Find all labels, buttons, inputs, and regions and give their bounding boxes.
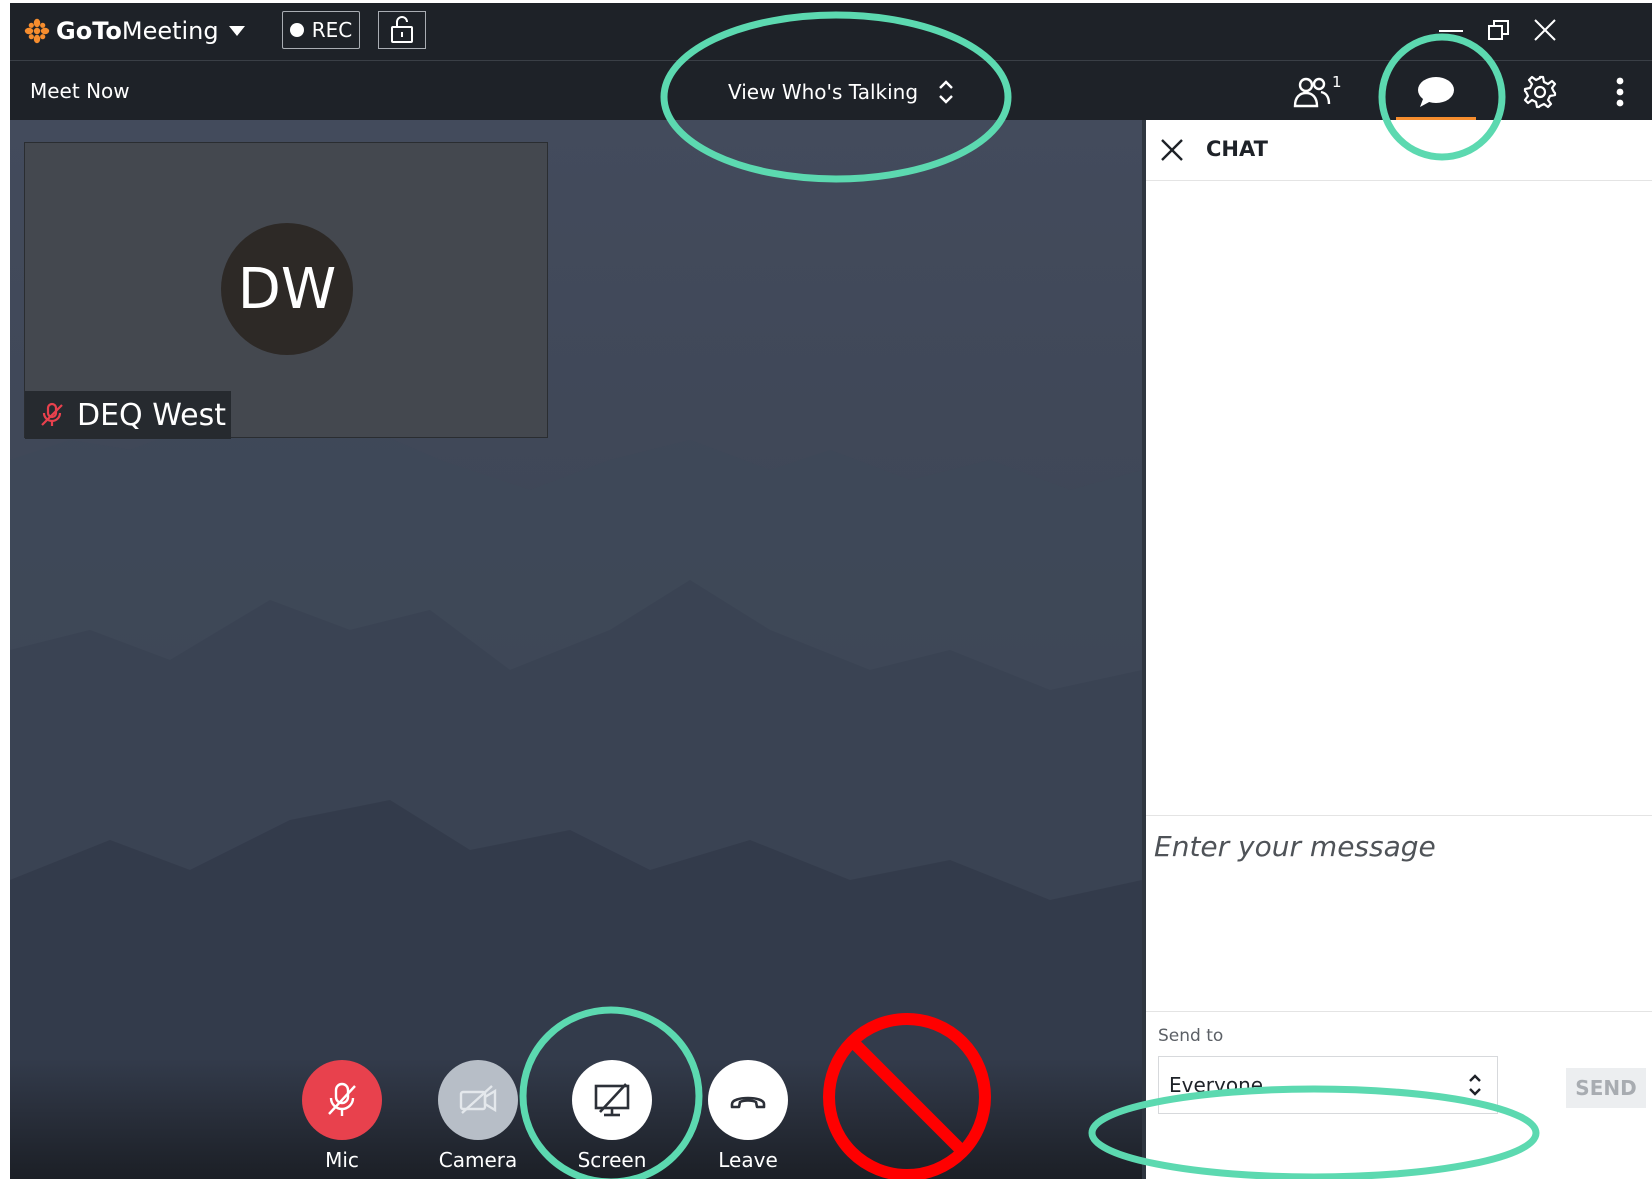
chat-messages [1146, 181, 1652, 815]
gotomeeting-window: GoToMeeting REC Meet Now View Who's Talk… [10, 3, 1652, 1179]
message-input[interactable] [1154, 830, 1634, 1000]
send-to-label: Send to [1158, 1026, 1224, 1046]
more-vertical-icon [1616, 77, 1624, 107]
chat-title: CHAT [1206, 137, 1268, 161]
minimize-icon [1439, 30, 1463, 32]
chat-bubble-icon [1418, 77, 1454, 107]
leave-button[interactable] [708, 1060, 788, 1140]
app-name: GoToMeeting [56, 17, 219, 45]
chevron-up-down-icon [1469, 1074, 1481, 1096]
caret-down-icon [228, 26, 245, 36]
record-dot-icon [289, 23, 304, 37]
participant-name-tag: DEQ West [25, 391, 231, 439]
meeting-name: Meet Now [30, 79, 130, 103]
restore-icon [1488, 20, 1509, 40]
mic-button[interactable] [302, 1060, 382, 1140]
camera-label: Camera [438, 1148, 518, 1172]
lock-meeting-button[interactable] [378, 11, 426, 49]
close-icon [1534, 19, 1556, 41]
send-to-select[interactable]: Everyone [1158, 1056, 1498, 1114]
chat-button[interactable] [1416, 73, 1456, 111]
minimize-button[interactable] [1434, 13, 1468, 47]
gear-icon [1523, 75, 1557, 109]
gotomeeting-logo-icon [24, 18, 50, 44]
camera-off-icon [459, 1085, 497, 1114]
view-mode-label: View Who's Talking [728, 80, 919, 104]
meeting-toolbar: Meet Now View Who's Talking 1 [10, 60, 1652, 122]
attendee-count: 1 [1332, 73, 1342, 91]
send-area: Send to Everyone SEND [1146, 1011, 1652, 1179]
chevron-up-down-icon [939, 80, 953, 104]
avatar: DW [221, 223, 353, 355]
settings-button[interactable] [1520, 73, 1560, 111]
leave-label: Leave [718, 1148, 778, 1172]
send-button[interactable]: SEND [1566, 1068, 1646, 1108]
screen-control[interactable]: Screen [542, 1060, 682, 1172]
mic-muted-icon [41, 402, 63, 426]
app-menu-button[interactable]: GoToMeeting [24, 16, 245, 46]
mic-control[interactable]: Mic [272, 1060, 412, 1172]
participant-tile: DW DEQ West [24, 142, 548, 439]
camera-button[interactable] [438, 1060, 518, 1140]
leave-control[interactable]: Leave [678, 1060, 818, 1172]
chat-panel: CHAT Send to Everyone SEND [1146, 120, 1652, 1179]
view-mode-select[interactable]: View Who's Talking [728, 78, 956, 106]
video-stage: DW DEQ West Mic Camera Screen Leave [10, 120, 1142, 1179]
close-chat-button[interactable] [1156, 134, 1188, 166]
mic-label: Mic [325, 1148, 359, 1172]
attendees-icon [1293, 77, 1331, 108]
screen-label: Screen [577, 1148, 647, 1172]
close-window-button[interactable] [1528, 13, 1562, 47]
hang-up-icon [730, 1096, 766, 1109]
send-to-value: Everyone [1169, 1073, 1264, 1097]
more-options-button[interactable] [1608, 75, 1632, 109]
message-compose-area [1146, 815, 1652, 1012]
mic-off-icon [328, 1082, 356, 1116]
record-button[interactable]: REC [282, 11, 360, 49]
title-bar: GoToMeeting REC [10, 3, 1652, 60]
participant-name: DEQ West [77, 397, 226, 433]
restore-button[interactable] [1482, 13, 1516, 47]
unlock-icon [391, 16, 413, 43]
attendees-button[interactable] [1292, 75, 1332, 109]
record-label: REC [311, 18, 353, 42]
screen-share-off-icon [594, 1083, 630, 1117]
close-icon [1161, 139, 1183, 161]
camera-control[interactable]: Camera [408, 1060, 548, 1172]
chat-header: CHAT [1146, 120, 1652, 181]
screen-share-button[interactable] [572, 1060, 652, 1140]
